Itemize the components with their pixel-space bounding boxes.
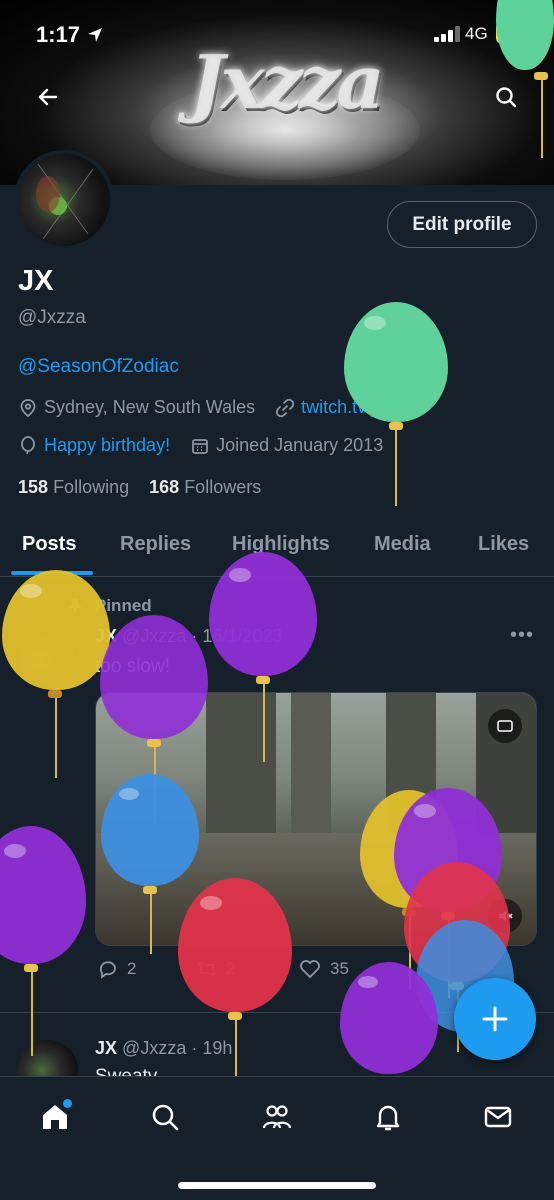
edit-profile-button[interactable]: Edit profile — [387, 201, 537, 248]
balloon-purple — [340, 962, 440, 1092]
nav-communities[interactable] — [257, 1097, 297, 1137]
profile-tabs: Posts Replies Highlights Media Likes — [0, 520, 554, 577]
explore-icon — [152, 1104, 179, 1131]
post-author-handle: @Jxzza — [122, 626, 187, 646]
search-button[interactable] — [486, 77, 526, 117]
signal-icon — [434, 26, 460, 42]
avatar-art — [36, 163, 94, 240]
tab-likes[interactable]: Likes — [478, 533, 529, 556]
follow-stats: 158 Following 168 Followers — [18, 477, 261, 498]
home-indicator — [178, 1182, 376, 1189]
post-more-button[interactable]: ••• — [510, 624, 534, 647]
post-header: JX @Jxzza · 19h — [95, 1038, 232, 1059]
location-icon — [20, 398, 36, 417]
followers-count: 168 — [149, 477, 180, 497]
post-avatar[interactable] — [18, 630, 78, 690]
profile-name: JX — [18, 265, 54, 297]
nav-home[interactable] — [35, 1097, 75, 1137]
captions-icon — [497, 720, 513, 732]
tab-replies[interactable]: Replies — [120, 533, 191, 556]
post-author-name[interactable]: JX — [95, 1038, 117, 1058]
speaker-muted-icon — [499, 911, 513, 921]
like-count: 35 — [330, 959, 349, 978]
profile-screen: Jxzza 1:17 4G 22 Edit profile JX @Jxzza … — [0, 0, 554, 1200]
nav-messages[interactable] — [478, 1097, 518, 1137]
location-arrow-icon — [88, 28, 102, 42]
post-date: · 16/1/2023 — [191, 626, 283, 646]
post-date: · 19h — [191, 1038, 233, 1058]
post-author-name[interactable]: JX — [95, 626, 117, 646]
like-icon — [300, 960, 320, 979]
followers-label: Followers — [184, 477, 262, 497]
video-pillar — [386, 693, 436, 833]
website-link[interactable]: twitch.tv/jxzzas — [301, 397, 421, 418]
following-link[interactable]: 158 Following — [18, 477, 129, 497]
back-arrow-icon — [38, 88, 58, 106]
video-pillar — [291, 693, 331, 833]
joined-text: Joined January 2013 — [216, 435, 384, 455]
following-label: Following — [53, 477, 130, 497]
notification-dot — [63, 1099, 72, 1108]
reply-action[interactable]: 2 — [97, 958, 136, 980]
active-tab-indicator — [11, 571, 93, 575]
profile-handle: @Jxzza — [18, 307, 86, 328]
tab-media[interactable]: Media — [374, 533, 431, 556]
status-bar: 1:17 4G 22 — [0, 0, 554, 70]
status-time: 1:17 — [36, 22, 81, 47]
pinned-label: Pinned — [95, 596, 152, 615]
link-icon — [275, 398, 295, 417]
reply-count: 2 — [127, 959, 137, 978]
balloon-purple — [0, 826, 88, 1056]
bio-mention-link[interactable]: @SeasonOfZodiac — [18, 356, 179, 378]
battery-indicator: 22 — [496, 22, 532, 44]
plus-icon — [482, 1006, 508, 1032]
communities-icon — [262, 1105, 292, 1129]
location-text: Sydney, New South Wales — [44, 397, 256, 417]
calendar-icon — [192, 438, 208, 454]
repost-action[interactable]: 2 — [196, 958, 235, 980]
nav-explore[interactable] — [145, 1097, 185, 1137]
back-button[interactable] — [28, 77, 68, 117]
repost-icon — [197, 960, 217, 978]
mute-button[interactable] — [488, 899, 522, 933]
profile-avatar[interactable] — [14, 150, 114, 250]
tab-highlights[interactable]: Highlights — [232, 533, 330, 556]
post-text: too slow! — [95, 656, 170, 677]
network-label: 4G — [465, 24, 488, 43]
search-icon — [496, 87, 517, 108]
profile-meta-row-1: Sydney, New South Wales twitch.tv/jxzzas — [18, 397, 421, 418]
profile-meta-row-2: Happy birthday! Joined January 2013 — [18, 435, 383, 456]
nav-notifications[interactable] — [368, 1097, 408, 1137]
following-count: 158 — [18, 477, 49, 497]
followers-link[interactable]: 168 Followers — [149, 477, 261, 497]
post-author-handle: @Jxzza — [122, 1038, 187, 1058]
reply-icon — [99, 961, 116, 979]
compose-post-button[interactable] — [454, 978, 536, 1060]
bell-icon — [376, 1105, 400, 1131]
tab-posts[interactable]: Posts — [22, 533, 76, 556]
video-pillar — [206, 693, 276, 833]
mail-icon — [484, 1106, 512, 1128]
post-header: JX @Jxzza · 16/1/2023 — [95, 626, 282, 647]
like-action[interactable]: 35 — [298, 958, 349, 980]
birthday-text[interactable]: Happy birthday! — [44, 435, 170, 456]
pin-icon — [68, 598, 82, 613]
video-ground — [96, 833, 536, 945]
balloon-icon — [21, 435, 35, 454]
captions-button[interactable] — [488, 709, 522, 743]
post-video[interactable] — [95, 692, 537, 946]
repost-count: 2 — [226, 959, 236, 978]
